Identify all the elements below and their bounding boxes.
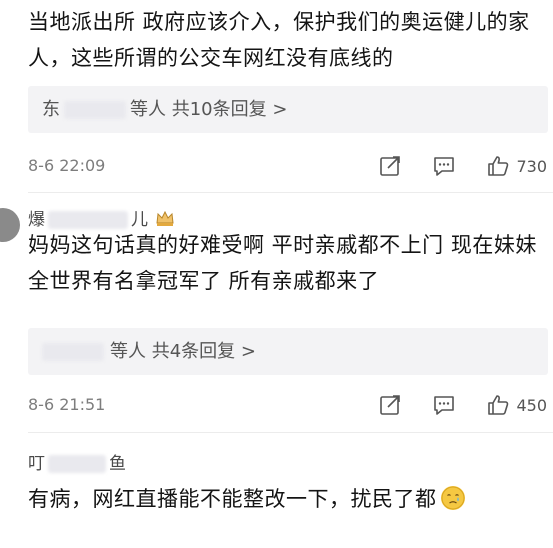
crying-emoji-icon (440, 486, 465, 510)
divider (28, 192, 553, 193)
comment-text-content: 有病，网红直播能不能整改一下，扰民了都 (28, 487, 437, 511)
reply-user-name-blurred (42, 343, 104, 361)
reply-user-name-blurred (64, 101, 126, 119)
comment-actions: 450 (378, 392, 547, 418)
comment-icon[interactable] (432, 393, 456, 417)
avatar[interactable] (0, 208, 20, 242)
reply-user-name[interactable]: 东 (42, 99, 60, 120)
like-count: 450 (516, 395, 547, 415)
reply-count-link[interactable]: 等人 共4条回复 > (110, 341, 256, 362)
comment-text: 妈妈这句话真的好难受啊 平时亲戚都不上门 现在妹妹全世界有名拿冠军了 所有亲戚都… (28, 233, 537, 293)
user-name[interactable]: 叮鱼 (28, 449, 126, 474)
user-name-suffix: 鱼 (109, 454, 126, 474)
comment-text: 有病，网红直播能不能整改一下，扰民了都 (28, 481, 548, 517)
user-name-prefix: 叮 (28, 454, 45, 474)
share-icon[interactable] (378, 393, 402, 417)
like-count: 730 (516, 156, 547, 176)
comment-time: 8-6 21:51 (28, 395, 106, 414)
comment-meta: 8-6 21:51 450 (28, 392, 547, 418)
replies-summary[interactable]: 东 等人 共10条回复 > (28, 86, 548, 133)
divider (28, 432, 553, 433)
thumbs-up-icon[interactable] (486, 393, 510, 417)
comment-time: 8-6 22:09 (28, 156, 106, 175)
share-icon[interactable] (378, 154, 402, 178)
comment-meta: 8-6 22:09 730 (28, 153, 547, 179)
comment-actions: 730 (378, 153, 547, 179)
thumbs-up-icon[interactable] (486, 154, 510, 178)
crown-badge-icon (156, 210, 174, 226)
user-name-blurred (48, 455, 106, 473)
replies-summary[interactable]: 等人 共4条回复 > (28, 328, 548, 375)
reply-count-link[interactable]: 等人 共10条回复 > (130, 99, 287, 120)
comment-text: 当地派出所 政府应该介入，保护我们的奥运健儿的家人，这些所谓的公交车网红没有底线… (28, 10, 530, 70)
comment-icon[interactable] (432, 154, 456, 178)
